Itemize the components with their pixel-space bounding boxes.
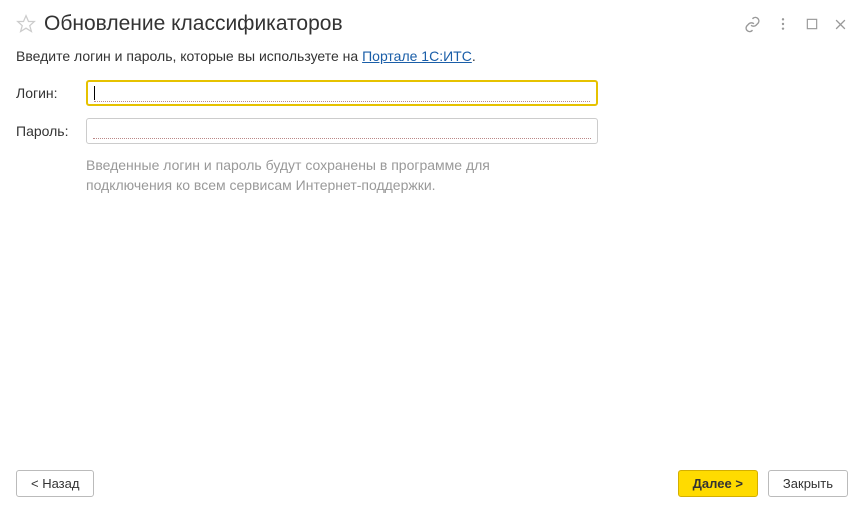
login-input[interactable] (86, 80, 598, 106)
favorite-star-icon[interactable] (16, 14, 36, 34)
close-button[interactable]: Закрыть (768, 470, 848, 497)
maximize-icon[interactable] (805, 17, 819, 31)
hint-line1: Введенные логин и пароль будут сохранены… (86, 157, 490, 173)
hint-line2: подключения ко всем сервисам Интернет-по… (86, 177, 436, 193)
window-title: Обновление классификаторов (44, 12, 744, 36)
link-icon[interactable] (744, 16, 761, 33)
hint-text: Введенные логин и пароль будут сохранены… (86, 156, 598, 195)
intro-suffix: . (472, 48, 476, 64)
login-label: Логин: (16, 85, 86, 101)
back-button[interactable]: < Назад (16, 470, 94, 497)
password-input[interactable] (86, 118, 598, 144)
portal-link[interactable]: Портале 1С:ИТС (362, 48, 472, 64)
more-icon[interactable] (775, 16, 791, 32)
close-icon[interactable] (833, 17, 848, 32)
next-button[interactable]: Далее > (678, 470, 758, 497)
password-label: Пароль: (16, 123, 86, 139)
intro-prefix: Введите логин и пароль, которые вы испол… (16, 48, 362, 64)
intro-text: Введите логин и пароль, которые вы испол… (16, 48, 848, 64)
